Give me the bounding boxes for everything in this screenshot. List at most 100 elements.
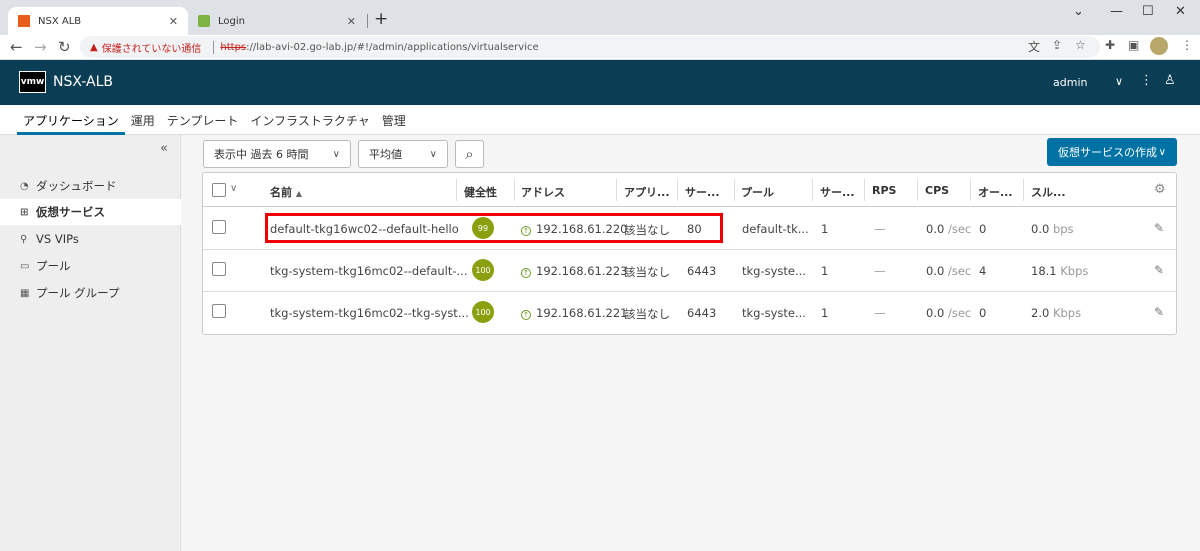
bookmark-star-icon[interactable]: ☆ [1075, 38, 1086, 52]
edit-pencil-icon[interactable]: ✎ [1154, 263, 1164, 277]
tab-operations[interactable]: 運用 [125, 105, 161, 135]
more-menu-icon[interactable]: ⋮ [1140, 73, 1153, 88]
column-header-address[interactable]: アドレス [521, 184, 565, 200]
table-row[interactable]: tkg-system-tkg16mc02--tkg-syst... 100 ↑ 1… [203, 292, 1176, 334]
close-tab-icon[interactable]: ✕ [169, 15, 178, 28]
close-tab-icon[interactable]: ✕ [347, 15, 356, 28]
tab-applications[interactable]: アプリケーション [17, 105, 125, 135]
omnibox-divider [213, 40, 215, 54]
sidebar-item-label: VS VIPs [36, 232, 79, 246]
minimize-icon[interactable]: — [1110, 4, 1123, 19]
edit-pencil-icon[interactable]: ✎ [1154, 305, 1164, 319]
grid-header: ∨ 名前 ▲ 健全性 アドレス アプリ... サー... プール サー... R… [203, 173, 1176, 207]
browser-tab-login[interactable]: Login ✕ [188, 7, 366, 35]
vs-name-link[interactable]: tkg-system-tkg16mc02--tkg-syst... [270, 306, 469, 320]
column-header-health[interactable]: 健全性 [464, 184, 497, 200]
column-header-app-profile[interactable]: アプリ... [624, 184, 670, 200]
app-name: NSX-ALB [53, 74, 113, 90]
search-button[interactable]: ⌕ [455, 140, 484, 168]
column-divider [616, 179, 617, 201]
sidebar-item-pools[interactable]: ▭ プール [0, 253, 181, 279]
column-header-name[interactable]: 名前 ▲ [270, 184, 302, 200]
vs-app-profile: 該当なし [624, 265, 670, 279]
share-icon[interactable]: ⇪ [1052, 38, 1062, 52]
health-score-badge[interactable]: 100 [472, 301, 494, 323]
highlight-annotation-box [265, 213, 723, 243]
status-up-icon: ↑ [521, 268, 531, 278]
vs-servers: 1 [821, 306, 829, 320]
side-panel-icon[interactable]: ▣ [1128, 38, 1139, 52]
row-checkbox[interactable] [212, 304, 226, 318]
address-bar: ← → ↻ ▲ 保護されていない通信 https ://lab-avi-02.g… [0, 35, 1200, 60]
row-checkbox[interactable] [212, 262, 226, 276]
chevron-down-icon: ∨ [429, 148, 437, 160]
translate-icon[interactable]: 文 [1028, 38, 1040, 55]
user-name[interactable]: admin [1053, 76, 1087, 89]
maximize-icon[interactable]: ☐ [1142, 4, 1154, 19]
column-divider [734, 179, 735, 201]
table-row[interactable]: tkg-system-tkg16mc02--default-... 100 ↑ 1… [203, 250, 1176, 292]
column-header-rps[interactable]: RPS [872, 184, 896, 197]
user-icon[interactable]: ♙ [1164, 73, 1176, 88]
vs-throughput: 2.0 Kbps [1031, 306, 1082, 320]
column-divider [812, 179, 813, 201]
vs-pool-link[interactable]: default-tk... [742, 222, 809, 236]
browser-tab-nsx-alb[interactable]: NSX ALB ✕ [8, 7, 188, 35]
user-chevron-down-icon[interactable]: ∨ [1115, 75, 1123, 88]
health-score-badge[interactable]: 100 [472, 259, 494, 281]
column-divider [917, 179, 918, 201]
forward-icon[interactable]: → [34, 38, 47, 56]
edit-pencil-icon[interactable]: ✎ [1154, 221, 1164, 235]
column-header-service-port[interactable]: サー... [685, 184, 720, 200]
tab-administration[interactable]: 管理 [376, 105, 412, 135]
column-header-cps[interactable]: CPS [925, 184, 949, 197]
sort-ascending-icon[interactable]: ▲ [296, 189, 302, 198]
select-all-checkbox[interactable] [212, 183, 226, 197]
column-header-pool[interactable]: プール [741, 184, 774, 200]
tab-infrastructure[interactable]: インフラストラクチャ [244, 105, 375, 135]
tab-templates[interactable]: テンプレート [161, 105, 245, 135]
warning-icon[interactable]: ▲ [90, 42, 98, 53]
browser-menu-icon[interactable]: ⋮ [1181, 38, 1193, 52]
sidebar-item-dashboard[interactable]: ◔ ダッシュボード [0, 173, 181, 199]
column-header-servers[interactable]: サー... [820, 184, 855, 200]
sidebar-item-vs-vips[interactable]: ⚲ VS VIPs [0, 226, 181, 252]
row-checkbox[interactable] [212, 220, 226, 234]
window-close-icon[interactable]: ✕ [1175, 4, 1186, 19]
vs-cps: 0.0 /sec [926, 306, 972, 320]
vs-rps: — [874, 222, 886, 236]
tab-title: NSX ALB [38, 15, 82, 27]
omnibox[interactable]: ▲ 保護されていない通信 https ://lab-avi-02.go-lab.… [80, 36, 1100, 58]
tab-search-icon[interactable]: ⌄ [1073, 4, 1084, 19]
column-header-throughput[interactable]: スル... [1031, 184, 1066, 200]
metric-value: 平均値 [369, 148, 402, 161]
security-status[interactable]: 保護されていない通信 [102, 40, 202, 55]
column-header-open-conns[interactable]: オー... [978, 184, 1013, 200]
profile-avatar[interactable] [1150, 37, 1168, 55]
url-text: ://lab-avi-02.go-lab.jp/#!/admin/applica… [246, 41, 539, 53]
sidebar-item-pool-groups[interactable]: ▦ プール グループ [0, 280, 181, 306]
chevron-down-icon: ∨ [1158, 146, 1166, 158]
vs-address: ↑ 192.168.61.221 [521, 306, 627, 320]
metric-select[interactable]: 平均値 ∨ [358, 140, 448, 168]
location-pin-icon: ⚲ [20, 233, 28, 245]
vs-name-link[interactable]: tkg-system-tkg16mc02--default-... [270, 264, 467, 278]
reload-icon[interactable]: ↻ [58, 38, 71, 56]
collapse-sidebar-icon[interactable]: « [160, 141, 168, 156]
vs-app-profile: 該当なし [624, 307, 670, 321]
vs-pool-link[interactable]: tkg-syste... [742, 264, 806, 278]
back-icon[interactable]: ← [10, 38, 23, 56]
extensions-icon[interactable]: ✚ [1105, 38, 1115, 52]
status-up-icon: ↑ [521, 310, 531, 320]
search-icon: ⌕ [465, 145, 474, 163]
vs-rps: — [874, 306, 886, 320]
pool-icon: ▭ [20, 260, 30, 272]
column-settings-gear-icon[interactable]: ⚙ [1154, 182, 1166, 197]
create-virtual-service-button[interactable]: 仮想サービスの作成 ∨ [1047, 138, 1177, 166]
time-range-select[interactable]: 表示中 過去 6 時間 ∨ [203, 140, 351, 168]
tab-title: Login [218, 15, 245, 27]
select-all-chevron-down-icon[interactable]: ∨ [230, 183, 237, 194]
sidebar-item-virtual-services[interactable]: ⊞ 仮想サービス [0, 199, 181, 225]
new-tab-icon[interactable]: + [374, 9, 388, 29]
vs-pool-link[interactable]: tkg-syste... [742, 306, 806, 320]
